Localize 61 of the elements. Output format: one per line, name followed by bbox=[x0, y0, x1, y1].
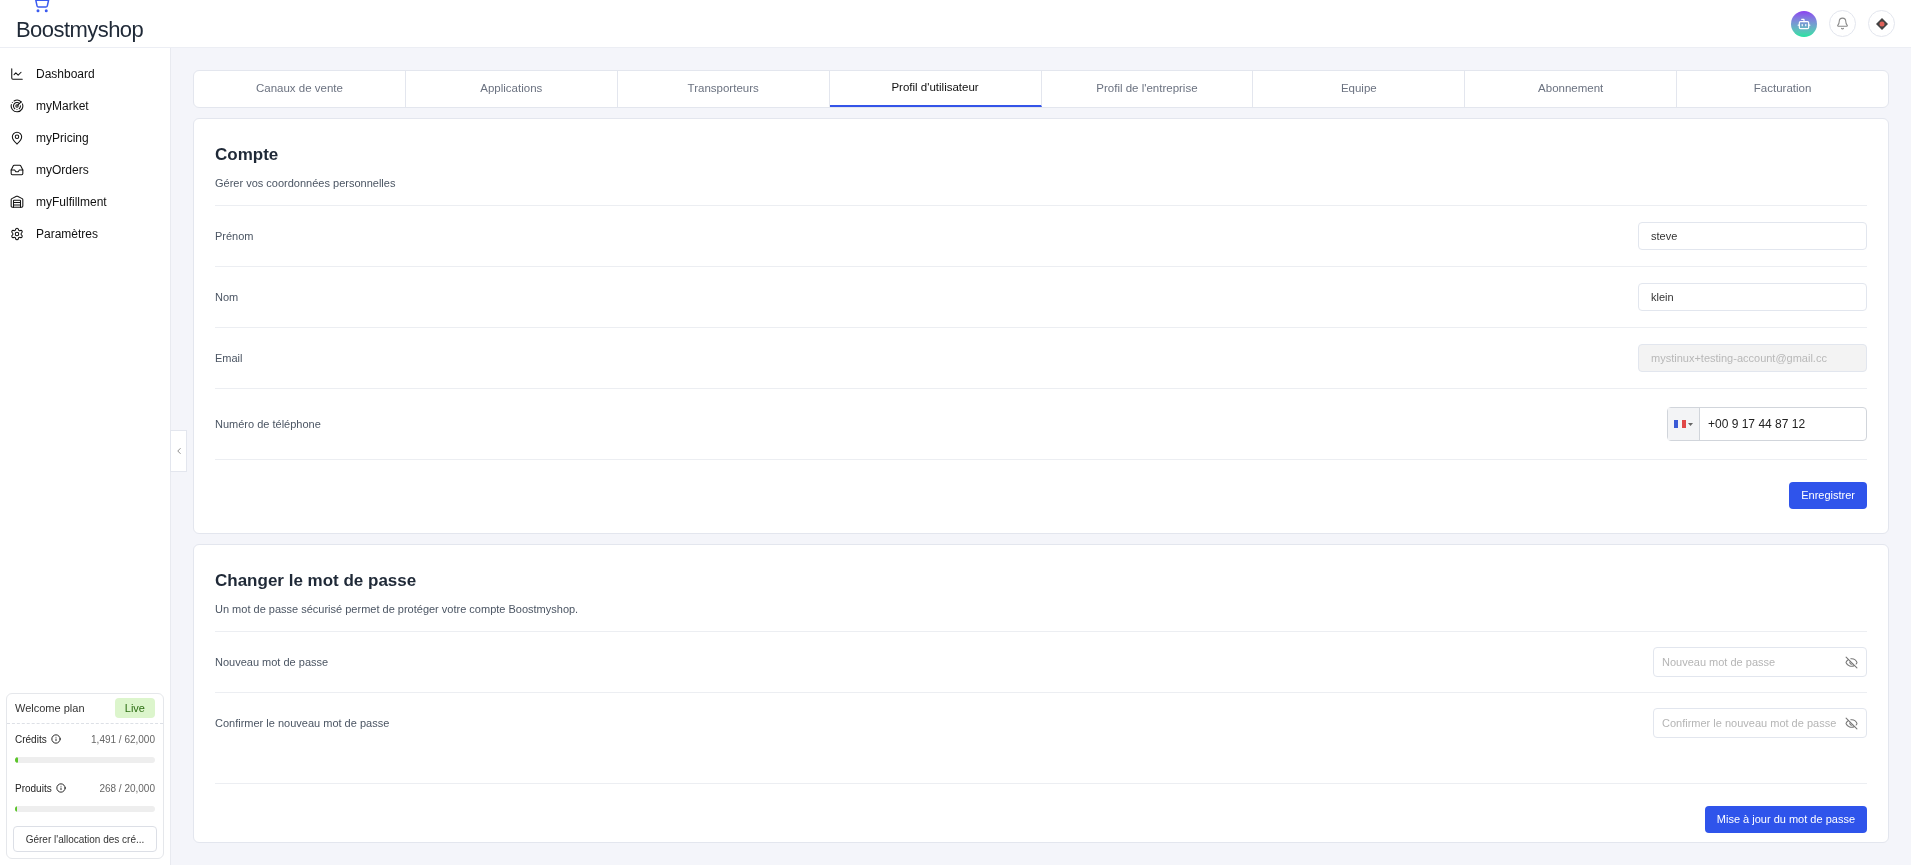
tab[interactable]: Equipe bbox=[1253, 71, 1466, 107]
eye-off-icon[interactable] bbox=[1845, 716, 1858, 730]
bot-avatar[interactable] bbox=[1791, 10, 1817, 37]
text-input[interactable]: steve bbox=[1638, 222, 1867, 250]
sidebar-item[interactable]: myPricing bbox=[0, 122, 170, 154]
radar-icon bbox=[10, 99, 24, 113]
field-label: Email bbox=[215, 350, 243, 366]
password-field[interactable]: Confirmer le nouveau mot de passe bbox=[1653, 708, 1867, 738]
robot-icon bbox=[1797, 16, 1811, 31]
meter-label: Crédits bbox=[15, 732, 47, 747]
text-input[interactable]: klein bbox=[1638, 283, 1867, 311]
settings-icon bbox=[10, 227, 24, 241]
info-icon[interactable] bbox=[55, 783, 66, 793]
eye-off-icon[interactable] bbox=[1845, 655, 1858, 669]
meter-reading: 268 / 20,000 bbox=[99, 781, 155, 796]
meter-reading: 1,491 / 62,000 bbox=[91, 732, 155, 747]
field-label: Numéro de téléphone bbox=[215, 416, 321, 432]
tab[interactable]: Abonnement bbox=[1465, 71, 1678, 107]
pin-icon bbox=[10, 131, 24, 145]
warehouse-icon bbox=[10, 195, 24, 209]
sidebar-item[interactable]: myFulfillment bbox=[0, 186, 170, 218]
submit-button[interactable]: Enregistrer bbox=[1789, 482, 1867, 509]
submit-button[interactable]: Mise à jour du mot de passe bbox=[1704, 806, 1867, 833]
meter-label: Produits bbox=[15, 781, 52, 796]
sidebar-item[interactable]: myMarket bbox=[0, 90, 170, 122]
sidebar-item[interactable]: Paramètres bbox=[0, 218, 170, 250]
cart-icon bbox=[32, 0, 50, 13]
sidebar-item[interactable]: myOrders bbox=[0, 154, 170, 186]
tab[interactable]: Facturation bbox=[1677, 71, 1888, 107]
section-title: Changer le mot de passe bbox=[215, 570, 418, 592]
flag-icon bbox=[1674, 420, 1686, 428]
tab[interactable]: Transporteurs bbox=[617, 71, 830, 107]
password-field[interactable]: Nouveau mot de passe bbox=[1653, 647, 1867, 677]
tab[interactable]: Canaux de vente bbox=[194, 71, 406, 107]
collapse-handle[interactable] bbox=[170, 430, 187, 472]
phone-input[interactable]: +00 9 17 44 87 12 bbox=[1700, 408, 1866, 440]
password-input[interactable]: Confirmer le nouveau mot de passe bbox=[1662, 714, 1845, 732]
section-title: Compte bbox=[215, 144, 280, 166]
tab[interactable]: Profil de l'entreprise bbox=[1041, 71, 1254, 107]
caret-icon bbox=[1688, 422, 1693, 426]
field-label: Prénom bbox=[215, 228, 254, 244]
logo[interactable]: Boostmyshop bbox=[16, 13, 144, 46]
field-label: Nom bbox=[215, 289, 239, 305]
sidebar-item[interactable]: Dashboard bbox=[0, 58, 170, 90]
status-badge: Live bbox=[114, 697, 155, 719]
manage-credits-button[interactable]: Gérer l'allocation des cré... bbox=[13, 826, 157, 852]
diamond-icon bbox=[1874, 16, 1889, 31]
plan-name: Welcome plan bbox=[15, 700, 85, 716]
password-input[interactable]: Nouveau mot de passe bbox=[1662, 653, 1845, 671]
inbox-icon bbox=[10, 163, 24, 177]
country-picker[interactable] bbox=[1668, 408, 1700, 440]
field-label: Confirmer le nouveau mot de passe bbox=[215, 715, 390, 731]
notifications-icon bbox=[1836, 17, 1849, 30]
line-chart-icon bbox=[10, 67, 24, 81]
phone-field[interactable]: +00 9 17 44 87 12 bbox=[1667, 407, 1867, 441]
section-subtitle: Gérer vos coordonnées personnelles bbox=[215, 175, 397, 191]
tab[interactable]: Profil d'utilisateur bbox=[829, 71, 1042, 107]
field-label: Nouveau mot de passe bbox=[215, 654, 329, 670]
info-icon[interactable] bbox=[50, 734, 61, 744]
section-subtitle: Un mot de passe sécurisé permet de protéger votre compte Boostmyshop. bbox=[215, 601, 580, 617]
tab[interactable]: Applications bbox=[405, 71, 618, 107]
